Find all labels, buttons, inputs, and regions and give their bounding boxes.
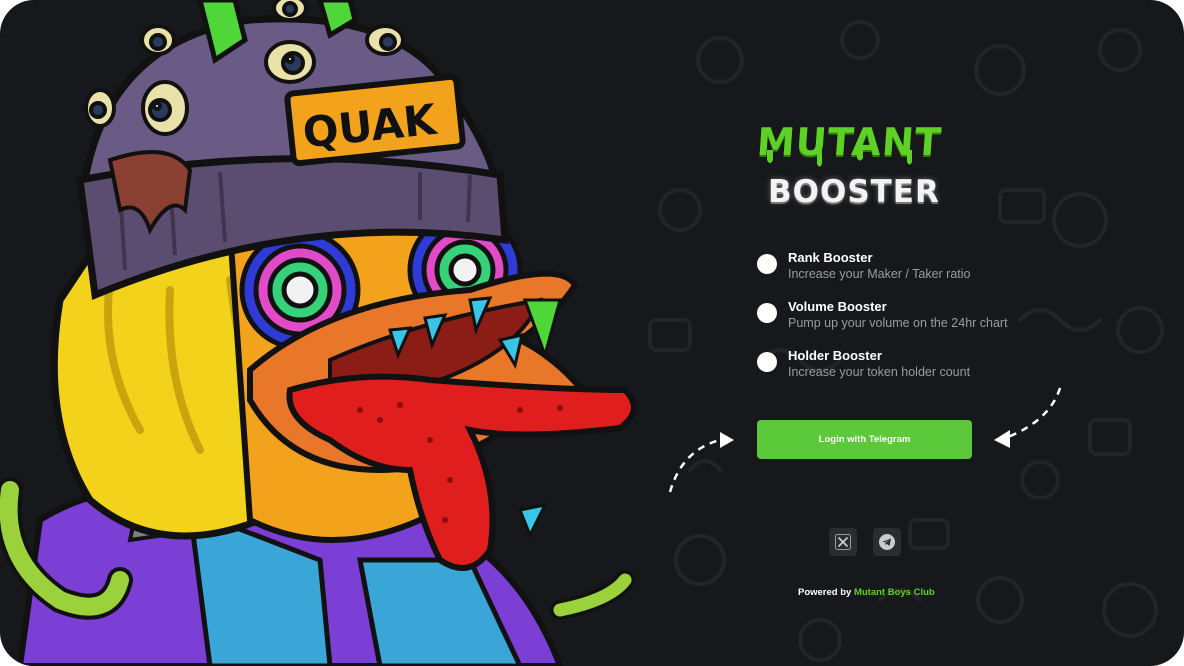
slime-drips bbox=[767, 150, 912, 167]
x-link[interactable] bbox=[829, 528, 857, 556]
feature-rank-booster: Rank Booster Increase your Maker / Taker… bbox=[757, 248, 1057, 288]
login-panel: MUTANT BOOSTER Rank Booster Increase you… bbox=[755, 118, 1057, 618]
feature-title: Holder Booster bbox=[788, 348, 882, 363]
feature-holder-booster: Holder Booster Increase your token holde… bbox=[757, 346, 1057, 386]
feature-title: Rank Booster bbox=[788, 250, 873, 265]
feature-description: Increase your Maker / Taker ratio bbox=[788, 267, 971, 281]
feature-description: Pump up your volume on the 24hr chart bbox=[788, 316, 1008, 330]
powered-by-footer: Powered by Mutant Boys Club bbox=[798, 587, 935, 598]
brand-link[interactable]: Mutant Boys Club bbox=[854, 587, 935, 598]
social-links bbox=[829, 528, 909, 558]
x-icon bbox=[835, 534, 851, 550]
feature-volume-booster: Volume Booster Pump up your volume on th… bbox=[757, 297, 1057, 337]
logo-line-booster: BOOSTER bbox=[768, 174, 940, 210]
powered-by-text: Powered by bbox=[798, 587, 852, 598]
app-window: QUAK MUTANT BOOSTER Rank Booster Increas… bbox=[0, 0, 1184, 666]
login-with-telegram-button[interactable]: Login with Telegram bbox=[757, 420, 972, 459]
bullet-icon bbox=[757, 352, 777, 372]
feature-description: Increase your token holder count bbox=[788, 365, 971, 379]
app-logo: MUTANT BOOSTER bbox=[755, 118, 977, 218]
bullet-icon bbox=[757, 254, 777, 274]
telegram-icon bbox=[879, 534, 895, 550]
bullet-icon bbox=[757, 303, 777, 323]
mascot-illustration: QUAK bbox=[0, 0, 637, 666]
telegram-link[interactable] bbox=[873, 528, 901, 556]
feature-title: Volume Booster bbox=[788, 299, 887, 314]
